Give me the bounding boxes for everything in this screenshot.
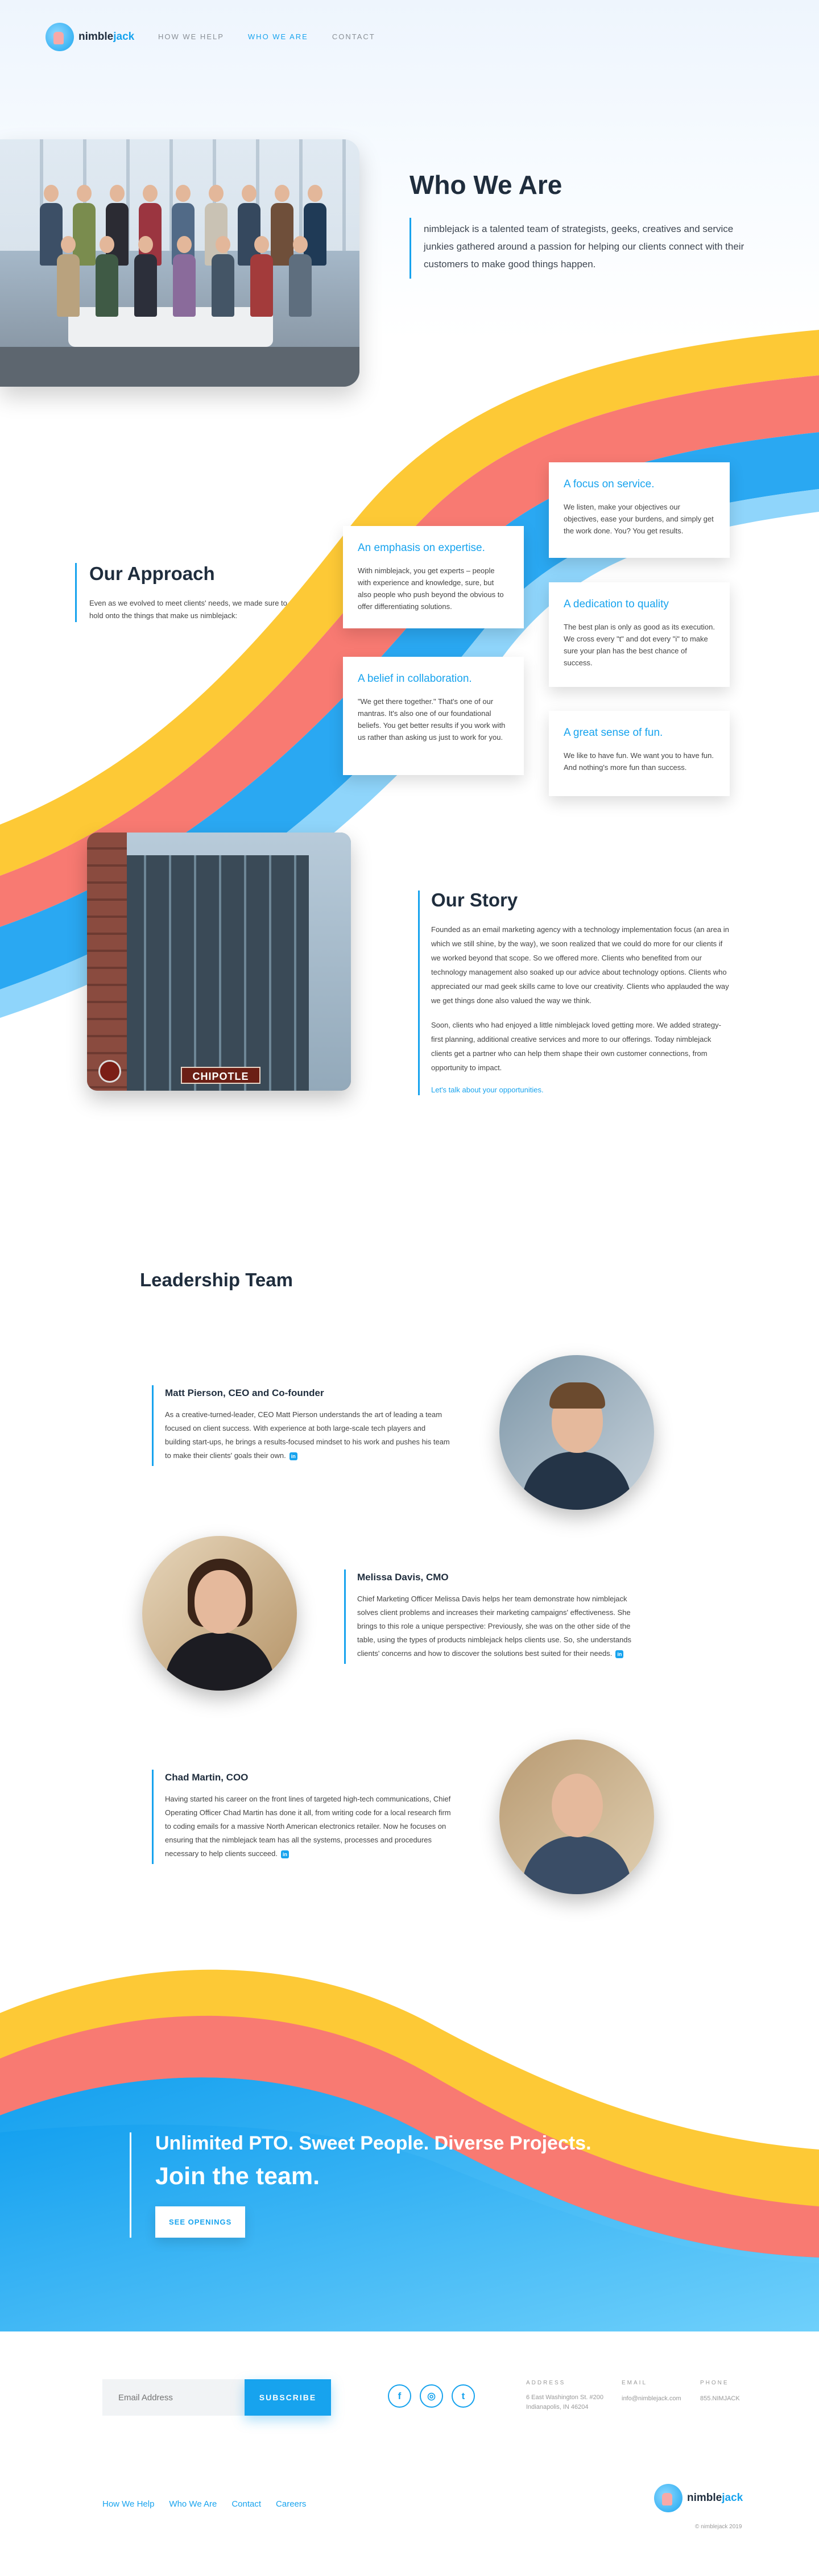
- team-member-figure: [250, 236, 273, 317]
- approach-title: Our Approach: [89, 563, 215, 584]
- storefront-logo-icon: [98, 1060, 121, 1083]
- leader-bio-chad: Chad Martin, COO Having started his care…: [152, 1770, 452, 1864]
- card-title: An emphasis on expertise.: [358, 542, 485, 554]
- facebook-icon[interactable]: f: [388, 2384, 411, 2408]
- leader-bio-melissa: Melissa Davis, CMO Chief Marketing Offic…: [344, 1569, 644, 1664]
- story-section: Our Story Founded as an email marketing …: [418, 889, 732, 1095]
- card-title: A focus on service.: [564, 478, 655, 490]
- logo-mascot-icon: [46, 23, 74, 51]
- approach-text: Even as we evolved to meet clients' need…: [89, 599, 287, 620]
- nav-contact[interactable]: CONTACT: [332, 32, 375, 41]
- card-title: A dedication to quality: [564, 598, 669, 610]
- story-title: Our Story: [431, 889, 518, 910]
- careers-tagline: Unlimited PTO. Sweet People. Diverse Pro…: [155, 2132, 592, 2154]
- copyright: © nimblejack 2019: [695, 2524, 742, 2530]
- card-text: With nimblejack, you get experts – peopl…: [358, 566, 504, 611]
- footer-logo[interactable]: nimblejack: [654, 2484, 743, 2512]
- subscribe-button[interactable]: SUBSCRIBE: [245, 2379, 331, 2416]
- main-nav: HOW WE HELP WHO WE ARE CONTACT: [158, 32, 375, 41]
- team-member-figure: [212, 236, 234, 317]
- leader-name: Melissa Davis, CMO: [357, 1572, 449, 1583]
- nav-how-we-help[interactable]: HOW WE HELP: [158, 32, 224, 41]
- card-text: We listen, make your objectives our obje…: [564, 503, 714, 535]
- storefront-sign: CHIPOTLE: [181, 1067, 260, 1084]
- value-card-quality: A dedication to quality The best plan is…: [549, 582, 730, 687]
- opportunities-link[interactable]: Let's talk about your opportunities.: [431, 1086, 544, 1094]
- twitter-icon[interactable]: t: [452, 2384, 475, 2408]
- leader-text: Chief Marketing Officer Melissa Davis he…: [357, 1595, 632, 1658]
- logo-mascot-icon: [654, 2484, 682, 2512]
- logo-text: nimblejack: [78, 31, 135, 43]
- leader-text: As a creative-turned-leader, CEO Matt Pi…: [165, 1410, 450, 1460]
- value-card-collaboration: A belief in collaboration. "We get there…: [343, 657, 524, 775]
- logo-text: nimblejack: [687, 2492, 743, 2504]
- hero-description: nimblejack is a talented team of strateg…: [410, 218, 745, 279]
- leadership-title: Leadership Team: [140, 1269, 293, 1290]
- linkedin-icon[interactable]: in: [615, 1650, 624, 1658]
- footer-email: EMAIL info@nimblejack.com: [622, 2380, 681, 2402]
- story-paragraph-2: Soon, clients who had enjoyed a little n…: [431, 1021, 721, 1072]
- footer-nav: How We Help Who We Are Contact Careers: [102, 2499, 306, 2509]
- site-logo[interactable]: nimblejack: [46, 23, 134, 51]
- leader-text: Having started his career on the front l…: [165, 1795, 451, 1858]
- card-text: We like to have fun. We want you to have…: [564, 751, 714, 772]
- site-header: nimblejack HOW WE HELP WHO WE ARE CONTAC…: [0, 0, 819, 74]
- careers-banner: Unlimited PTO. Sweet People. Diverse Pro…: [130, 2132, 642, 2238]
- footer-link-contact[interactable]: Contact: [231, 2499, 261, 2509]
- story-paragraph-1: Founded as an email marketing agency wit…: [431, 925, 729, 1005]
- leader-name: Chad Martin, COO: [165, 1772, 249, 1783]
- social-links: f ◎ t: [388, 2384, 475, 2408]
- value-card-service: A focus on service. We listen, make your…: [549, 462, 730, 558]
- nav-who-we-are[interactable]: WHO WE ARE: [248, 32, 308, 41]
- leader-bio-matt: Matt Pierson, CEO and Co-founder As a cr…: [152, 1385, 452, 1466]
- approach-section: Our Approach Even as we evolved to meet …: [75, 563, 297, 622]
- portrait-melissa: [142, 1536, 297, 1691]
- see-openings-button[interactable]: SEE OPENINGS: [155, 2206, 246, 2238]
- team-member-figure: [57, 236, 80, 317]
- footer-phone: PHONE 855.NIMJACK: [700, 2380, 740, 2402]
- value-card-expertise: An emphasis on expertise. With nimblejac…: [343, 526, 524, 628]
- team-member-figure: [134, 236, 157, 317]
- footer-phone-link[interactable]: 855.NIMJACK: [700, 2395, 740, 2402]
- team-member-figure: [96, 236, 118, 317]
- team-member-figure: [289, 236, 312, 317]
- footer-link-careers[interactable]: Careers: [276, 2499, 306, 2509]
- linkedin-icon[interactable]: in: [281, 1850, 289, 1858]
- instagram-icon[interactable]: ◎: [420, 2384, 443, 2408]
- card-title: A belief in collaboration.: [358, 673, 472, 685]
- footer-email-link[interactable]: info@nimblejack.com: [622, 2395, 681, 2402]
- linkedin-icon[interactable]: in: [289, 1452, 297, 1460]
- footer-address: ADDRESS 6 East Washington St. #200 India…: [526, 2380, 603, 2411]
- card-text: The best plan is only as good as its exe…: [564, 623, 715, 667]
- team-photo: [0, 139, 359, 387]
- value-card-fun: A great sense of fun. We like to have fu…: [549, 711, 730, 796]
- portrait-chad: [499, 1740, 654, 1894]
- careers-headline: Join the team.: [155, 2163, 320, 2190]
- card-title: A great sense of fun.: [564, 727, 663, 739]
- leader-name: Matt Pierson, CEO and Co-founder: [165, 1388, 324, 1398]
- footer-link-how-we-help[interactable]: How We Help: [102, 2499, 154, 2509]
- newsletter-form: SUBSCRIBE: [102, 2379, 331, 2416]
- portrait-matt: [499, 1355, 654, 1510]
- page: nimblejack HOW WE HELP WHO WE ARE CONTAC…: [0, 0, 819, 2576]
- team-member-figure: [173, 236, 196, 317]
- email-input[interactable]: [102, 2379, 245, 2416]
- footer-link-who-we-are[interactable]: Who We Are: [169, 2499, 217, 2509]
- page-title: Who We Are: [410, 170, 562, 200]
- card-text: "We get there together." That's one of o…: [358, 697, 506, 742]
- office-building-photo: CHIPOTLE: [87, 833, 351, 1091]
